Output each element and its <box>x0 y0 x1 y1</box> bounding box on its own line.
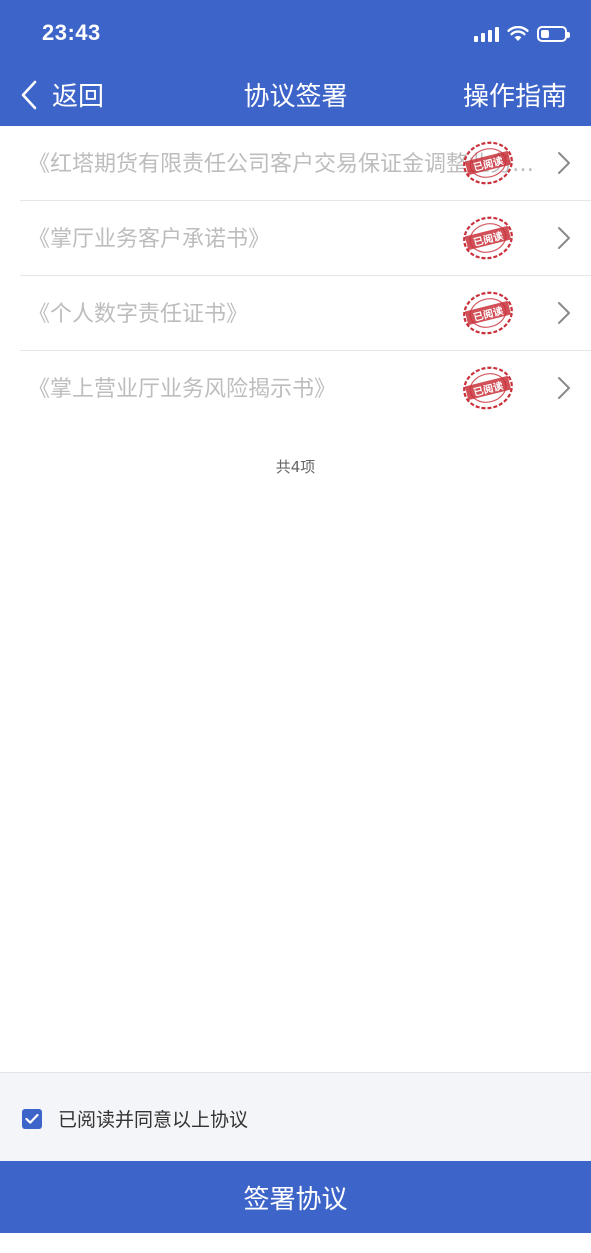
sign-agreement-button[interactable]: 签署协议 <box>0 1161 591 1233</box>
top-bar: 23:43 返回 协议签署 操作指南 <box>0 0 591 126</box>
agreement-list: 《红塔期货有限责任公司客户交易保证金调整业务协议》 已阅读 《掌厅业务客户承诺书… <box>0 126 591 426</box>
chevron-right-icon <box>558 302 570 324</box>
status-icons <box>474 22 570 46</box>
agreement-footer: 已阅读并同意以上协议 <box>0 1072 591 1161</box>
read-stamp-icon: 已阅读 <box>463 141 513 185</box>
chevron-right-icon <box>558 227 570 249</box>
agree-label: 已阅读并同意以上协议 <box>58 1109 249 1131</box>
back-label: 返回 <box>52 82 105 112</box>
agree-checkbox[interactable]: 已阅读并同意以上协议 <box>22 1105 248 1132</box>
agreement-item[interactable]: 《个人数字责任证书》 已阅读 <box>20 276 591 351</box>
wifi-icon <box>507 26 529 41</box>
home-indicator-area <box>0 1233 591 1253</box>
signal-icon <box>474 26 499 42</box>
chevron-left-icon <box>21 80 37 109</box>
item-count: 共4项 <box>275 458 316 476</box>
chevron-right-icon <box>558 152 570 174</box>
agreement-item[interactable]: 《红塔期货有限责任公司客户交易保证金调整业务协议》 已阅读 <box>20 126 591 201</box>
battery-icon <box>537 26 570 42</box>
back-button[interactable]: 返回 <box>20 76 104 113</box>
guide-button[interactable]: 操作指南 <box>463 76 567 113</box>
agreement-item[interactable]: 《掌厅业务客户承诺书》 已阅读 <box>20 201 591 276</box>
read-stamp-icon: 已阅读 <box>463 366 513 410</box>
checkbox-checked-icon[interactable] <box>22 1108 42 1129</box>
read-stamp-icon: 已阅读 <box>463 216 513 260</box>
agreement-item[interactable]: 《掌上营业厅业务风险揭示书》 已阅读 <box>20 351 591 426</box>
read-stamp-icon: 已阅读 <box>463 291 513 335</box>
chevron-right-icon <box>558 377 570 399</box>
status-time: 23:43 <box>42 20 101 45</box>
